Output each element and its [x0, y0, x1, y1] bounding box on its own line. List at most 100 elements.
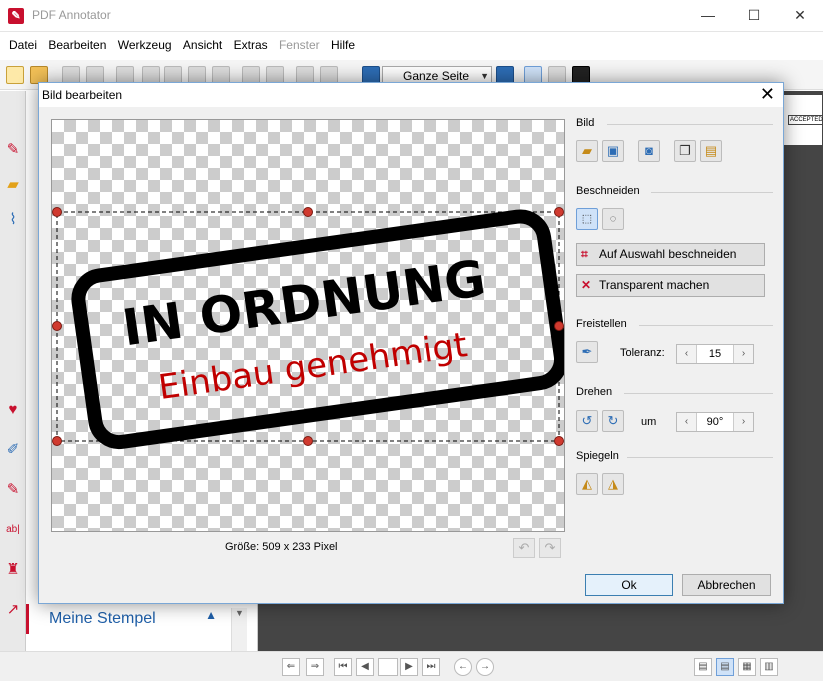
- section-freistellen: Freistellen: [576, 318, 627, 330]
- page-preview: ACCEPTED: [782, 95, 823, 145]
- flip-vertical-icon[interactable]: ◮: [602, 473, 624, 495]
- paste-icon[interactable]: ▤: [700, 140, 722, 162]
- continuous-layout-icon[interactable]: ▤: [716, 658, 734, 676]
- rotate-angle-value[interactable]: 90°: [699, 413, 731, 431]
- copy-icon[interactable]: ❐: [674, 140, 696, 162]
- rotate-right-icon[interactable]: ↻: [602, 410, 624, 432]
- menu-fenster: Fenster: [278, 38, 320, 52]
- selection-handle[interactable]: [52, 436, 62, 446]
- new-document-icon[interactable]: [6, 66, 24, 84]
- scrollbar[interactable]: ▼: [231, 608, 247, 651]
- single-page-layout-icon[interactable]: ▤: [694, 658, 712, 676]
- two-page-layout-icon[interactable]: ▦: [738, 658, 756, 676]
- page-number-input[interactable]: [378, 658, 398, 676]
- selection-handle[interactable]: [554, 321, 564, 331]
- section-label: Spiegeln: [576, 450, 619, 462]
- section-label: Bild: [576, 117, 595, 129]
- redo-icon[interactable]: ↷: [539, 538, 561, 558]
- undo-icon[interactable]: ↶: [513, 538, 535, 558]
- rotate-angle-stepper[interactable]: ‹ 90° ›: [676, 412, 754, 432]
- chevron-left-icon[interactable]: ‹: [677, 413, 697, 431]
- next-doc-icon[interactable]: ⇒: [306, 658, 324, 676]
- folder-icon[interactable]: ▰: [4, 176, 22, 194]
- menu-bearbeiten[interactable]: Bearbeiten: [44, 32, 110, 52]
- lasso-select-icon[interactable]: ◌: [602, 208, 624, 230]
- divider: [639, 325, 773, 326]
- last-page-icon[interactable]: ⏭: [422, 658, 440, 676]
- crop-to-selection-button[interactable]: ⌗ Auf Auswahl beschneiden: [576, 243, 765, 266]
- selection-handle[interactable]: [52, 321, 62, 331]
- paperclip-icon[interactable]: ⌇: [4, 211, 22, 229]
- pen-icon[interactable]: ✎: [4, 141, 22, 159]
- menu-bar: Datei Bearbeiten Werkzeug Ansicht Extras…: [0, 32, 823, 58]
- first-page-icon[interactable]: ⏮: [334, 658, 352, 676]
- prev-page-icon[interactable]: ◀: [356, 658, 374, 676]
- menu-ansicht[interactable]: Ansicht: [179, 32, 226, 52]
- rotate-um-label: um: [641, 416, 657, 428]
- window-title: PDF Annotator: [32, 8, 111, 22]
- stamp-image: IN ORDNUNG Einbau genehmigt: [52, 207, 564, 450]
- divider: [627, 457, 773, 458]
- title-bar: ✎ PDF Annotator — ☐ ✕: [0, 0, 823, 32]
- next-page-icon[interactable]: ▶: [400, 658, 418, 676]
- menu-hilfe[interactable]: Hilfe: [327, 32, 359, 52]
- back-icon[interactable]: ←: [454, 658, 472, 676]
- prev-doc-icon[interactable]: ⇐: [282, 658, 300, 676]
- dialog-title-bar: Bild bearbeiten ✕: [39, 83, 783, 107]
- image-canvas[interactable]: IN ORDNUNG Einbau genehmigt: [51, 119, 565, 532]
- close-window-button[interactable]: ✕: [777, 0, 823, 32]
- toleranz-stepper[interactable]: ‹ 15 ›: [676, 344, 754, 364]
- selection-handle[interactable]: [554, 436, 564, 446]
- crop-button-label: Auf Auswahl beschneiden: [599, 247, 737, 261]
- two-page-continuous-layout-icon[interactable]: ▥: [760, 658, 778, 676]
- arrow-icon[interactable]: ↗: [4, 601, 22, 619]
- menu-werkzeug[interactable]: Werkzeug: [114, 32, 176, 52]
- flip-horizontal-icon[interactable]: ◭: [576, 473, 598, 495]
- minimize-button[interactable]: —: [685, 0, 731, 32]
- camera-icon[interactable]: ◙: [638, 140, 660, 162]
- text-field-icon[interactable]: ab|: [4, 521, 22, 539]
- x-icon: ✕: [581, 278, 592, 292]
- stamp-panel: Meine Stempel ▲ ▼: [26, 600, 258, 651]
- chevron-up-icon[interactable]: ▲: [205, 608, 217, 622]
- color-picker-icon[interactable]: ✒: [576, 341, 598, 363]
- tool-rail: ✎ ▰ ⌇ ♥ ✐ ✎ ab| ♜ ↗: [0, 91, 26, 651]
- section-beschneiden: Beschneiden: [576, 185, 640, 197]
- crop-icon: ⌗: [581, 247, 588, 261]
- status-bar: ⇐ ⇒ ⏮ ◀ ▶ ⏭ ← → ▤ ▤ ▦ ▥: [0, 651, 823, 681]
- divider: [624, 393, 773, 394]
- menu-datei[interactable]: Datei: [5, 32, 41, 52]
- selection-handle[interactable]: [303, 436, 313, 446]
- chevron-left-icon[interactable]: ‹: [677, 345, 697, 363]
- chevron-right-icon[interactable]: ›: [733, 413, 753, 431]
- selection-handle[interactable]: [554, 207, 564, 217]
- selection-handle[interactable]: [303, 207, 313, 217]
- section-drehen: Drehen: [576, 386, 612, 398]
- section-label: Beschneiden: [576, 185, 640, 197]
- rotate-left-icon[interactable]: ↺: [576, 410, 598, 432]
- marker-icon[interactable]: ✐: [4, 441, 22, 459]
- preview-stamp: ACCEPTED: [788, 115, 823, 125]
- open-image-icon[interactable]: ▰: [576, 140, 598, 162]
- heart-icon[interactable]: ♥: [4, 401, 22, 419]
- maximize-button[interactable]: ☐: [731, 0, 777, 32]
- stamp-icon[interactable]: ♜: [4, 561, 22, 579]
- section-bild: Bild: [576, 117, 594, 129]
- menu-extras[interactable]: Extras: [230, 32, 272, 52]
- selection-handle[interactable]: [52, 207, 62, 217]
- edit-image-dialog: Bild bearbeiten ✕ IN ORDNUNG Einbau gene…: [38, 82, 784, 604]
- highlighter-icon[interactable]: ✎: [4, 481, 22, 499]
- toleranz-value[interactable]: 15: [699, 345, 731, 363]
- cancel-button[interactable]: Abbrechen: [682, 574, 771, 596]
- ok-button[interactable]: Ok: [585, 574, 673, 596]
- divider: [651, 192, 773, 193]
- chevron-right-icon[interactable]: ›: [733, 345, 753, 363]
- dialog-title: Bild bearbeiten: [42, 88, 123, 102]
- close-icon[interactable]: ✕: [760, 84, 775, 104]
- forward-icon[interactable]: →: [476, 658, 494, 676]
- panel-header[interactable]: Meine Stempel: [26, 604, 258, 634]
- make-transparent-button[interactable]: ✕ Transparent machen: [576, 274, 765, 297]
- save-image-icon[interactable]: ▣: [602, 140, 624, 162]
- rect-select-icon[interactable]: ⬚: [576, 208, 598, 230]
- toleranz-label: Toleranz:: [620, 347, 665, 359]
